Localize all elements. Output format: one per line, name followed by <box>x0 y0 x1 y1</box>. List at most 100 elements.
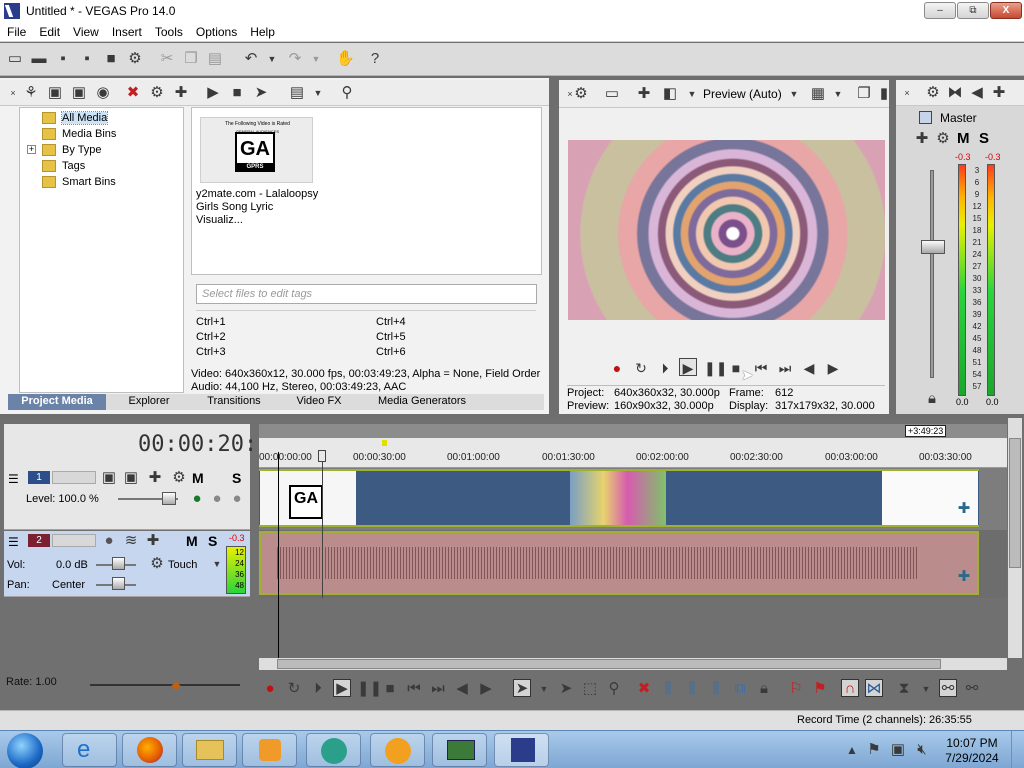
audio-track-solo[interactable]: S <box>208 533 217 549</box>
start-button-icon[interactable] <box>7 733 43 768</box>
views-icon[interactable]: ▤ <box>288 84 306 102</box>
arm-record-icon[interactable]: ● <box>100 532 118 550</box>
timeline-horizontal-scrollbar[interactable] <box>259 658 1007 670</box>
tab-video-fx[interactable]: Video FX <box>278 394 360 410</box>
scrollbar-thumb[interactable] <box>277 659 941 669</box>
insert-marker-icon[interactable]: ⚐ <box>787 680 805 698</box>
taskbar-app-icon[interactable] <box>370 733 425 767</box>
track-settings-icon[interactable]: ⚙ <box>170 469 188 487</box>
auto-crossfade-icon[interactable]: ⋈ <box>865 679 883 697</box>
lock-envelopes-icon[interactable]: ⚯ <box>939 679 957 697</box>
loop-icon[interactable]: ↻ <box>285 680 303 698</box>
snapping-icon[interactable]: ∩ <box>841 679 859 697</box>
marker-bar[interactable]: +3:49:23 <box>259 424 1007 446</box>
pause-icon[interactable]: ❚❚ <box>357 680 382 698</box>
level-slider-handle[interactable] <box>162 492 176 505</box>
menu-edit[interactable]: Edit <box>32 22 66 39</box>
media-play-icon[interactable]: ▶ <box>204 84 222 102</box>
expand-by-type-icon[interactable]: + <box>27 145 36 154</box>
maximize-button[interactable]: ⧉ <box>957 2 989 19</box>
video-fx-icon[interactable]: ✚ <box>635 85 653 103</box>
views-dropdown-icon[interactable]: ▼ <box>309 84 327 102</box>
overlays-dropdown-icon[interactable]: ▼ <box>829 85 847 103</box>
split-icon[interactable]: ⧉ <box>731 680 749 698</box>
import-media-icon[interactable]: ⚘ <box>22 84 40 102</box>
capture-video-icon[interactable]: ▣ <box>46 84 64 102</box>
web-media-icon[interactable]: ◉ <box>94 84 112 102</box>
track-motion-icon[interactable]: ▣ <box>122 469 140 487</box>
tag-edit-field[interactable]: Select files to edit tags <box>196 284 537 304</box>
preview-properties-icon[interactable]: ⚙ <box>572 85 590 103</box>
audio-event[interactable] <box>259 531 979 595</box>
stop-icon[interactable]: ■ <box>381 680 399 698</box>
lock-event-icon[interactable]: 🔒︎ <box>755 680 773 698</box>
audio-track-header[interactable]: ☰ 2 ● ≋ ✚ M S Vol: 0.0 dB ⚙ Touch ▼ Pan:… <box>4 531 250 597</box>
play-icon[interactable]: ▶ <box>333 679 351 697</box>
automation-mode-select[interactable]: Touch <box>168 559 197 571</box>
panel-close-icon[interactable]: × <box>898 84 916 102</box>
master-settings-icon[interactable]: ⚙ <box>934 130 952 148</box>
play-from-start-icon[interactable]: ⏵ <box>656 359 674 377</box>
record-icon[interactable]: ● <box>608 359 626 377</box>
go-to-start-icon[interactable]: ⏮ <box>752 359 770 377</box>
playhead-cursor[interactable] <box>278 452 279 658</box>
media-stop-icon[interactable]: ■ <box>228 84 246 102</box>
taskbar-firefox-icon[interactable] <box>122 733 177 767</box>
compositing-mode-icon[interactable]: ▣ <box>100 469 118 487</box>
split-screen-icon[interactable]: ◧ <box>661 85 679 103</box>
get-media-icon[interactable]: ▣ <box>70 84 88 102</box>
master-fx-chain-icon[interactable]: ✚ <box>913 130 931 148</box>
zoom-tool-icon[interactable]: ⚲ <box>605 680 623 698</box>
close-button[interactable]: X <box>990 2 1022 19</box>
tree-item-media-bins[interactable]: Media Bins <box>42 126 116 142</box>
pan-slider-handle[interactable] <box>112 577 125 590</box>
media-properties-icon[interactable]: ⚙ <box>148 84 166 102</box>
redo-icon[interactable]: ↷ <box>286 50 304 68</box>
tab-media-generators[interactable]: Media Generators <box>362 394 482 410</box>
track-fx-icon[interactable]: ✚ <box>146 469 164 487</box>
audio-track-fx-icon[interactable]: ✚ <box>144 532 162 550</box>
minimize-button[interactable]: – <box>924 2 956 19</box>
overlays-grid-icon[interactable]: ▦ <box>809 85 827 103</box>
make-compositing-child-icon[interactable]: ● <box>228 490 246 508</box>
downmix-icon[interactable]: ⧓ <box>946 84 964 102</box>
save-icon[interactable]: ▪ <box>54 50 72 68</box>
network-icon[interactable]: ▣ <box>889 741 907 759</box>
normal-edit-tool-icon[interactable]: ➤ <box>513 679 531 697</box>
scrollbar-thumb[interactable] <box>1009 438 1021 568</box>
next-frame-icon[interactable]: ▶ <box>477 680 495 698</box>
device-preview-icon[interactable]: ▭ <box>603 85 621 103</box>
remove-media-icon[interactable]: ✖ <box>124 84 142 102</box>
redo-dropdown-icon[interactable]: ▼ <box>307 50 325 68</box>
edit-tool-icon[interactable]: ✋ <box>336 50 355 68</box>
menu-options[interactable]: Options <box>189 22 243 39</box>
automation-mode-icon[interactable]: ⚙ <box>148 555 166 573</box>
copy-snapshot-icon[interactable]: ❐ <box>855 85 873 103</box>
automation-dropdown-icon[interactable]: ▼ <box>208 555 226 573</box>
collapse-track-icon[interactable]: ☰ <box>8 535 19 549</box>
menu-view[interactable]: View <box>66 22 105 39</box>
tab-project-media[interactable]: Project Media <box>8 394 106 410</box>
undo-icon[interactable]: ↶ <box>242 50 260 68</box>
taskbar-app-icon[interactable] <box>432 733 487 767</box>
render-icon[interactable]: ■ <box>102 50 120 68</box>
dim-output-icon[interactable]: ◀ <box>968 84 986 102</box>
menu-tools[interactable]: Tools <box>148 22 189 39</box>
menu-insert[interactable]: Insert <box>105 22 148 39</box>
go-to-start-icon[interactable]: ⏮ <box>405 680 423 698</box>
tab-transitions[interactable]: Transitions <box>192 394 276 410</box>
ignore-event-grouping-icon[interactable]: ⚯ <box>963 680 981 698</box>
help-icon[interactable]: ? <box>366 50 384 68</box>
record-icon[interactable]: ● <box>261 680 279 698</box>
previous-frame-icon[interactable]: ◀ <box>800 359 818 377</box>
trim-end-icon[interactable]: ⫼ <box>707 680 725 698</box>
panel-close-icon[interactable]: × <box>4 84 22 102</box>
go-to-end-icon[interactable]: ⏭ <box>776 359 794 377</box>
master-fader-handle[interactable] <box>921 240 945 254</box>
play-from-start-icon[interactable]: ⏵ <box>309 680 327 698</box>
open-icon[interactable]: ▬ <box>30 50 48 68</box>
time-ruler[interactable]: 00:00:00:00 00:00:30:00 00:01:00:00 00:0… <box>259 438 1007 468</box>
composite-child-icon[interactable]: ● <box>208 490 226 508</box>
video-track-solo[interactable]: S <box>232 470 241 486</box>
rate-slider-handle[interactable]: ◆ <box>166 678 186 692</box>
